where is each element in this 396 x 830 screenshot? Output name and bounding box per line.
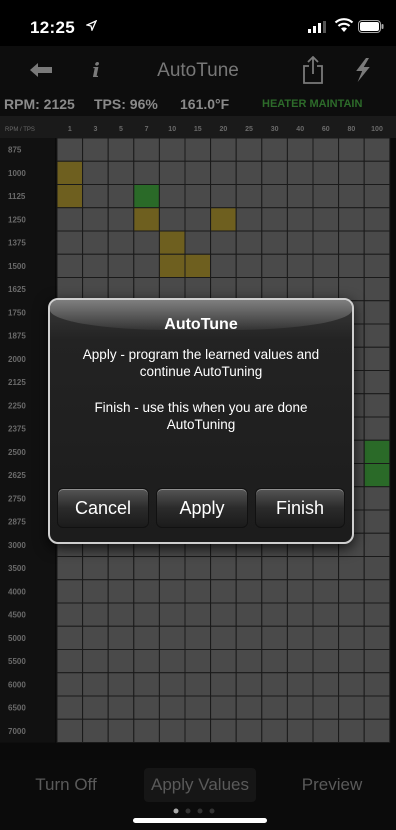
autotune-alert-dialog: AutoTune Apply - program the learned val…	[48, 298, 354, 544]
page-indicator	[173, 808, 215, 814]
engine-status-line: RPM: 2125 TPS: 96% 161.0°F HEATER MAINTA…	[0, 94, 396, 116]
location-arrow-icon	[86, 20, 97, 31]
dialog-message-finish: Finish - use this when you are done Auto…	[94, 400, 308, 432]
dialog-message-apply: Apply - program the learned values and c…	[82, 347, 320, 379]
preview-button[interactable]: Preview	[276, 768, 388, 802]
tps-readout: TPS: 96%	[94, 96, 158, 112]
heater-status: HEATER MAINTAIN	[262, 98, 363, 110]
share-icon[interactable]	[301, 56, 325, 84]
finish-button[interactable]: Finish	[255, 488, 345, 528]
apply-values-button[interactable]: Apply Values	[144, 768, 256, 802]
nav-bar: i AutoTune	[0, 46, 396, 94]
bottom-toolbar: Turn Off Apply Values Preview	[0, 760, 396, 830]
page-title: AutoTune	[157, 60, 239, 81]
home-indicator	[133, 818, 267, 823]
temperature-readout: 161.0°F	[180, 96, 230, 112]
dialog-title: AutoTune	[164, 316, 238, 333]
cancel-button[interactable]: Cancel	[57, 488, 149, 528]
status-time: 12:25	[30, 18, 75, 37]
battery-icon	[358, 20, 384, 33]
flash-icon[interactable]	[353, 56, 375, 84]
rpm-readout: RPM: 2125	[4, 96, 75, 112]
turn-off-button[interactable]: Turn Off	[10, 768, 122, 802]
apply-button[interactable]: Apply	[156, 488, 248, 528]
wifi-icon	[334, 18, 354, 32]
cellular-signal-icon	[308, 21, 326, 33]
status-bar: 12:25	[0, 0, 396, 46]
